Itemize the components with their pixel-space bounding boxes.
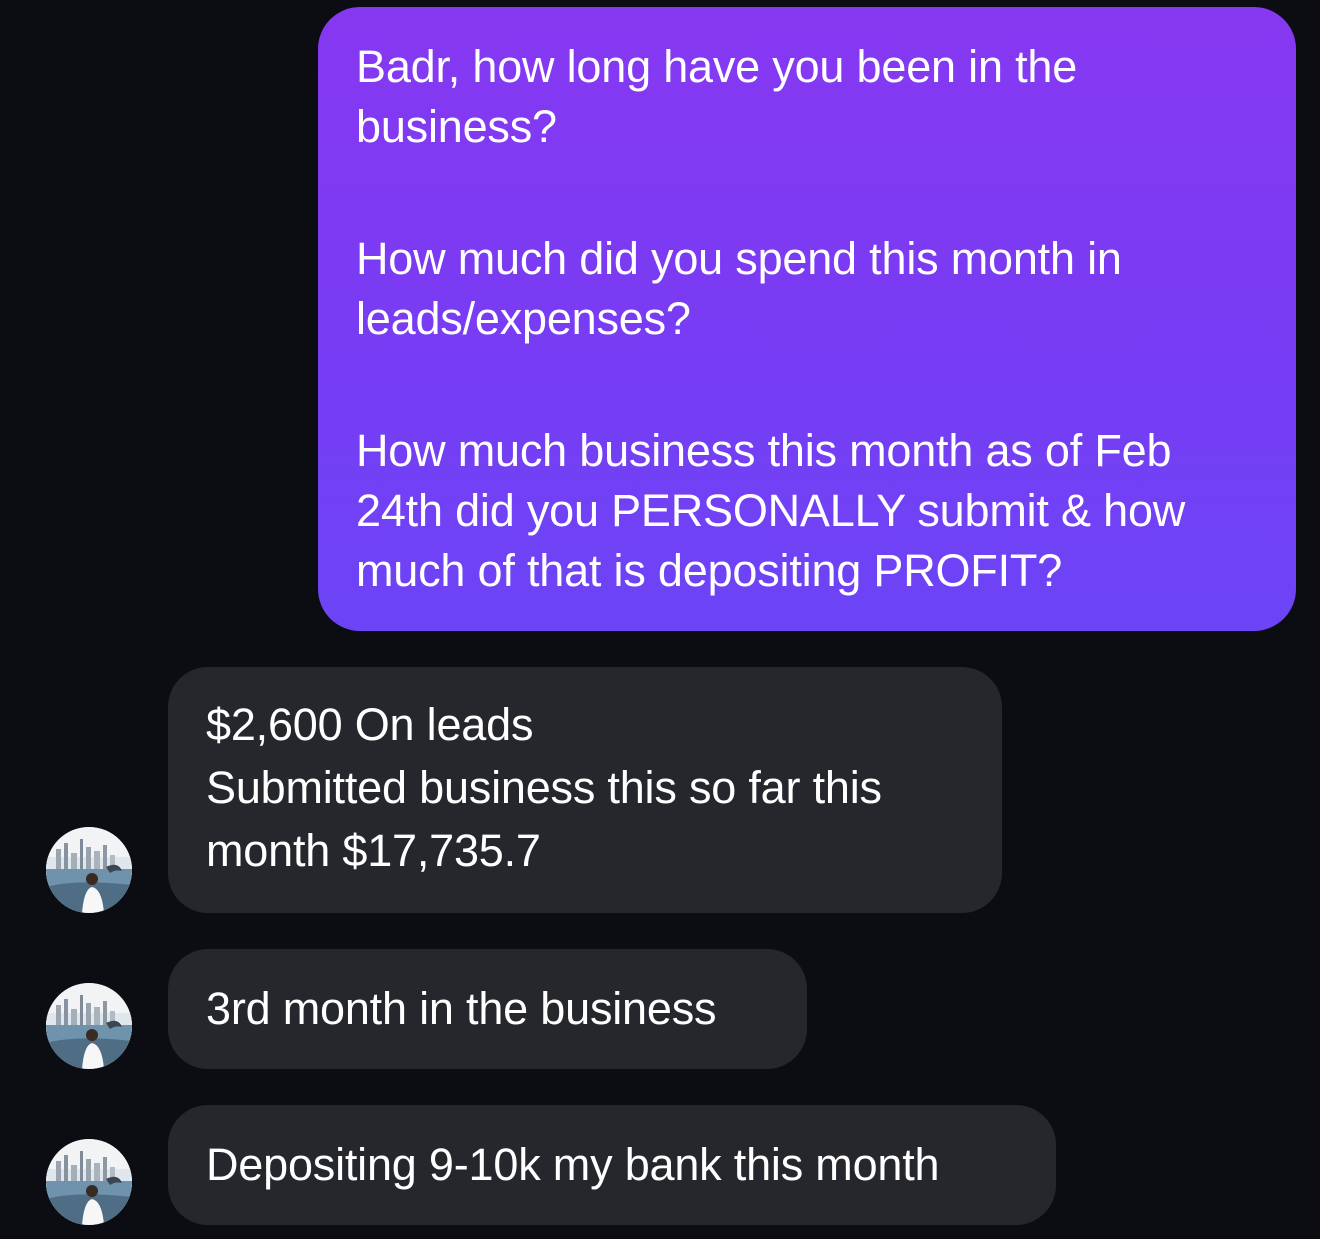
avatar-photo-icon	[46, 983, 132, 1069]
message-line: Submitted business this so far this	[206, 762, 882, 813]
message-line: 3rd month in the business	[206, 983, 717, 1034]
contact-avatar[interactable]	[46, 1139, 132, 1225]
message-thread: Badr, how long have you been in the busi…	[0, 0, 1320, 1239]
incoming-message-bubble[interactable]: 3rd month in the business	[168, 949, 807, 1069]
message-line: $2,600 On leads	[206, 699, 534, 750]
contact-avatar[interactable]	[46, 827, 132, 913]
message-paragraph: How much did you spend this month in lea…	[356, 233, 1122, 344]
message-line: month $17,735.7	[206, 825, 541, 876]
avatar-photo-icon	[46, 827, 132, 913]
avatar-photo-icon	[46, 1139, 132, 1225]
message-paragraph: How much business this month as of Feb 2…	[356, 425, 1186, 596]
incoming-message-bubble[interactable]: Depositing 9-10k my bank this month	[168, 1105, 1056, 1225]
outgoing-message-bubble[interactable]: Badr, how long have you been in the busi…	[318, 7, 1296, 631]
contact-avatar[interactable]	[46, 983, 132, 1069]
message-line: Depositing 9-10k my bank this month	[206, 1139, 940, 1190]
message-paragraph: Badr, how long have you been in the busi…	[356, 41, 1078, 152]
incoming-message-bubble[interactable]: $2,600 On leads Submitted business this …	[168, 667, 1002, 913]
